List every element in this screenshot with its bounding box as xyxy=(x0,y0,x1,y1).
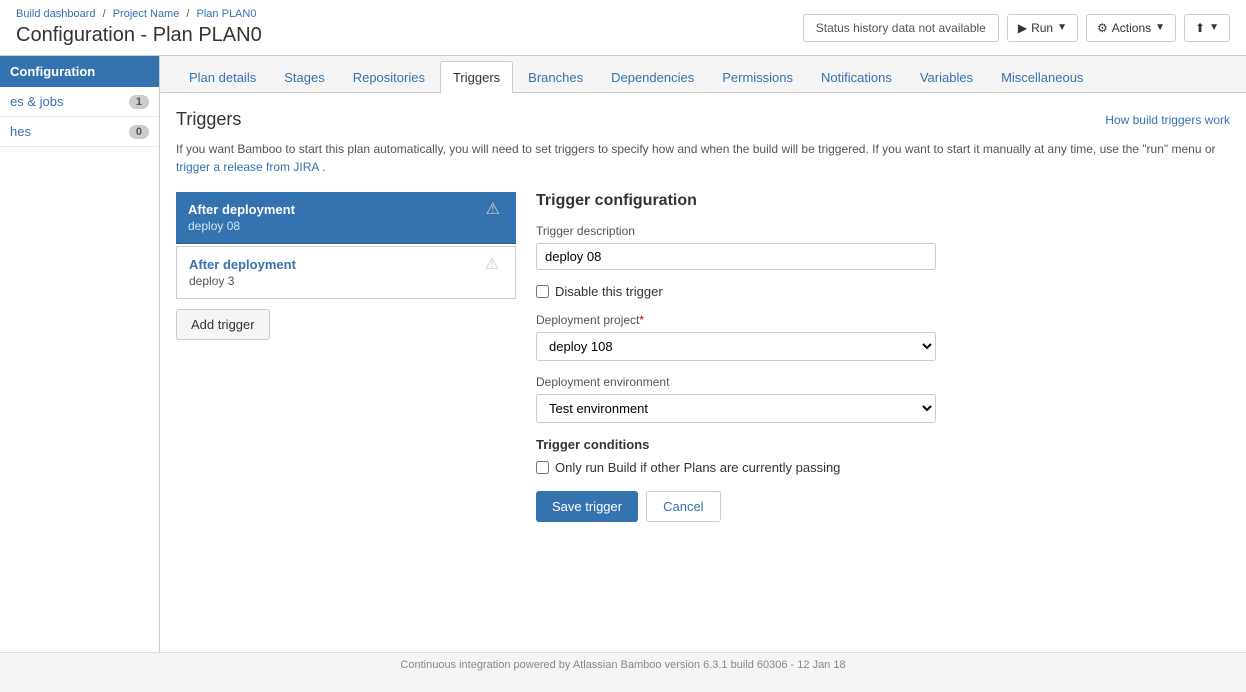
trigger-item-sub-1: deploy 3 xyxy=(189,274,296,288)
tab-miscellaneous[interactable]: Miscellaneous xyxy=(988,61,1096,93)
conditions-title: Trigger conditions xyxy=(536,437,1210,452)
tab-stages[interactable]: Stages xyxy=(271,61,337,93)
description-label: Trigger description xyxy=(536,224,1210,238)
trigger-item-0[interactable]: After deployment deploy 08 ⚠ xyxy=(176,192,516,244)
main-layout: Configuration es & jobs 1 hes 0 Plan det… xyxy=(0,56,1246,652)
description-field-group: Trigger description xyxy=(536,224,1210,270)
tab-triggers[interactable]: Triggers xyxy=(440,61,513,93)
tab-plan-details[interactable]: Plan details xyxy=(176,61,269,93)
action-buttons: Save trigger Cancel xyxy=(536,491,1210,522)
remove-trigger-0-button[interactable]: ⚠ xyxy=(482,202,504,218)
disable-trigger-label[interactable]: Disable this trigger xyxy=(555,284,663,299)
tab-notifications[interactable]: Notifications xyxy=(808,61,905,93)
only-passing-label[interactable]: Only run Build if other Plans are curren… xyxy=(555,460,840,475)
run-label: Run xyxy=(1031,21,1053,35)
tab-variables[interactable]: Variables xyxy=(907,61,986,93)
sidebar-badge-jobs: 1 xyxy=(129,95,149,109)
required-mark: * xyxy=(639,313,644,327)
breadcrumb: Build dashboard / Project Name / Plan PL… xyxy=(16,8,262,20)
deployment-project-group: Deployment project* deploy 108 deploy 3 xyxy=(536,313,1210,361)
sidebar-badge-branches: 0 xyxy=(129,125,149,139)
run-icon: ▶ xyxy=(1018,21,1027,35)
upload-icon: ⬆ xyxy=(1195,21,1205,35)
footer-text: Continuous integration powered by Atlass… xyxy=(400,659,845,671)
header-right: Status history data not available ▶ Run … xyxy=(803,14,1230,42)
page-title: Configuration - Plan PLAN0 xyxy=(16,24,262,47)
sidebar-item-label-branches: hes xyxy=(10,124,31,139)
only-passing-checkbox[interactable] xyxy=(536,461,549,474)
tab-permissions[interactable]: Permissions xyxy=(709,61,806,93)
help-link[interactable]: How build triggers work xyxy=(1105,113,1230,127)
tab-dependencies[interactable]: Dependencies xyxy=(598,61,707,93)
sidebar-item-label-jobs: es & jobs xyxy=(10,94,63,109)
header-left: Build dashboard / Project Name / Plan PL… xyxy=(16,8,262,47)
footer: Continuous integration powered by Atlass… xyxy=(0,652,1246,680)
triggers-description: If you want Bamboo to start this plan au… xyxy=(176,140,1230,176)
disable-trigger-checkbox[interactable] xyxy=(536,285,549,298)
triggers-header: Triggers How build triggers work xyxy=(176,109,1230,130)
run-chevron-icon: ▼ xyxy=(1057,22,1067,33)
trigger-item-name-0: After deployment xyxy=(188,202,295,217)
upload-button[interactable]: ⬆ ▼ xyxy=(1184,14,1230,42)
sidebar-item-branches[interactable]: hes 0 xyxy=(0,117,159,147)
breadcrumb-sep-2: / xyxy=(186,8,189,20)
trigger-list-panel: After deployment deploy 08 ⚠ After deplo… xyxy=(176,192,516,522)
gear-icon: ⚙ xyxy=(1097,21,1108,35)
triggers-content: Triggers How build triggers work If you … xyxy=(160,93,1246,538)
jira-link[interactable]: trigger a release from JIRA xyxy=(176,160,319,174)
status-history-button[interactable]: Status history data not available xyxy=(803,14,999,42)
deployment-env-label: Deployment environment xyxy=(536,375,1210,389)
sidebar-section-header: Configuration xyxy=(0,56,159,87)
disable-trigger-group: Disable this trigger xyxy=(536,284,1210,299)
cancel-button[interactable]: Cancel xyxy=(646,491,720,522)
trigger-config-panel: Trigger configuration Trigger descriptio… xyxy=(516,192,1230,522)
breadcrumb-sep-1: / xyxy=(103,8,106,20)
sidebar: Configuration es & jobs 1 hes 0 xyxy=(0,56,160,652)
actions-button[interactable]: ⚙ Actions ▼ xyxy=(1086,14,1176,42)
header: Build dashboard / Project Name / Plan PL… xyxy=(0,0,1246,56)
triggers-title: Triggers xyxy=(176,109,241,130)
triggers-layout: After deployment deploy 08 ⚠ After deplo… xyxy=(176,192,1230,522)
content: Plan details Stages Repositories Trigger… xyxy=(160,56,1246,652)
actions-chevron-icon: ▼ xyxy=(1155,22,1165,33)
config-title: Trigger configuration xyxy=(536,192,1210,210)
deployment-env-select[interactable]: Test environment Production xyxy=(536,394,936,423)
trigger-item-sub-0: deploy 08 xyxy=(188,219,295,233)
actions-label: Actions xyxy=(1112,21,1151,35)
save-trigger-button[interactable]: Save trigger xyxy=(536,491,638,522)
breadcrumb-project-name[interactable]: Project Name xyxy=(113,8,180,20)
only-passing-group: Only run Build if other Plans are curren… xyxy=(536,460,1210,475)
deployment-project-label: Deployment project* xyxy=(536,313,1210,327)
tab-branches[interactable]: Branches xyxy=(515,61,596,93)
tab-repositories[interactable]: Repositories xyxy=(340,61,438,93)
trigger-item-1[interactable]: After deployment deploy 3 ⚠ xyxy=(176,246,516,299)
breadcrumb-build-dashboard[interactable]: Build dashboard xyxy=(16,8,96,20)
sidebar-item-stages-jobs[interactable]: es & jobs 1 xyxy=(0,87,159,117)
upload-chevron-icon: ▼ xyxy=(1209,22,1219,33)
deployment-project-select[interactable]: deploy 108 deploy 3 xyxy=(536,332,936,361)
tabs: Plan details Stages Repositories Trigger… xyxy=(160,56,1246,93)
description-input[interactable] xyxy=(536,243,936,270)
trigger-item-name-1: After deployment xyxy=(189,257,296,272)
run-button[interactable]: ▶ Run ▼ xyxy=(1007,14,1078,42)
remove-trigger-1-button[interactable]: ⚠ xyxy=(481,257,503,273)
deployment-env-group: Deployment environment Test environment … xyxy=(536,375,1210,423)
add-trigger-button[interactable]: Add trigger xyxy=(176,309,270,340)
breadcrumb-plan[interactable]: Plan PLAN0 xyxy=(197,8,257,20)
